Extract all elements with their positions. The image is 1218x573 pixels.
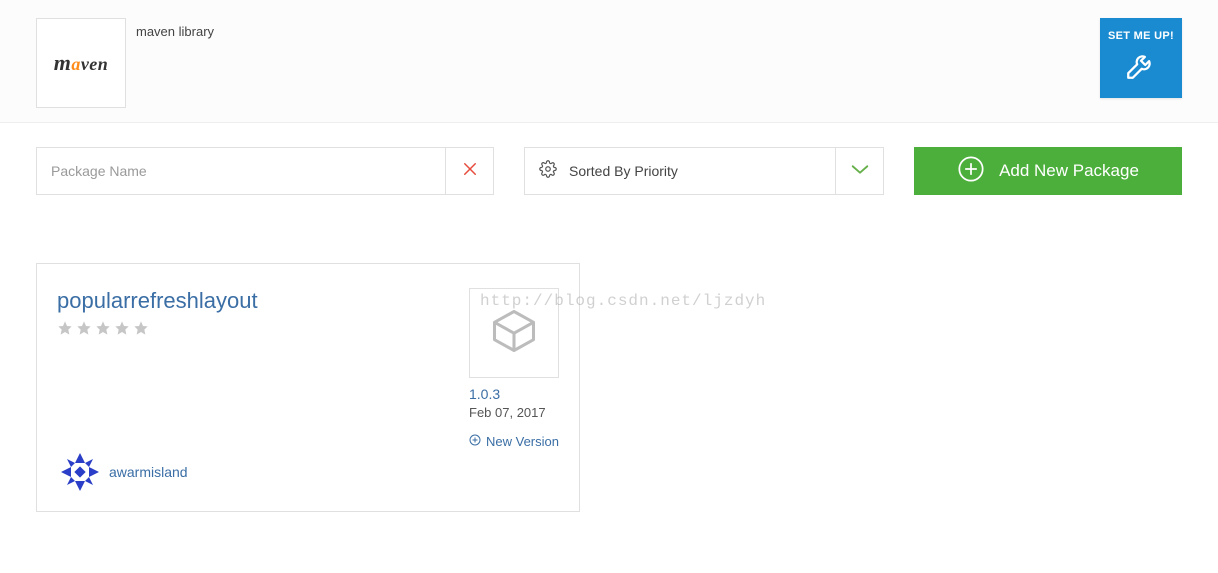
version-thumbnail[interactable] [469,288,559,378]
package-box-icon [488,305,540,362]
sort-caret-button[interactable] [835,148,883,194]
star-icon [76,320,92,341]
new-version-label: New Version [486,434,559,449]
library-title: maven library [136,18,214,39]
plus-circle-small-icon [469,434,481,449]
version-number[interactable]: 1.0.3 [469,386,559,402]
sort-label: Sorted By Priority [569,163,678,179]
star-icon [95,320,111,341]
package-card[interactable]: popularrefreshlayout [36,263,580,512]
star-icon [57,320,73,341]
star-icon [114,320,130,341]
rating-stars[interactable] [57,320,258,341]
maven-logo-text: maven [54,50,109,76]
set-me-up-button[interactable]: SET ME UP! [1100,18,1182,98]
toolbar: Sorted By Priority Add New Package [0,123,1218,195]
gear-icon [539,160,557,183]
maven-logo[interactable]: maven [36,18,126,108]
clear-search-button[interactable] [445,148,493,194]
owner-avatar[interactable] [57,449,103,495]
header-bar: maven maven library SET ME UP! [0,0,1218,123]
package-list: popularrefreshlayout [0,195,1218,542]
version-block: 1.0.3 Feb 07, 2017 New Version [469,288,559,449]
card-owner-row: awarmisland [57,449,559,495]
package-name-input[interactable] [37,148,445,194]
package-info: popularrefreshlayout [57,288,258,341]
card-top: popularrefreshlayout [57,288,559,449]
sort-main[interactable]: Sorted By Priority [525,148,835,194]
chevron-down-icon [849,158,871,185]
plus-circle-icon [957,155,985,188]
star-icon [133,320,149,341]
package-name[interactable]: popularrefreshlayout [57,288,258,314]
add-new-package-label: Add New Package [999,161,1139,181]
sort-dropdown[interactable]: Sorted By Priority [524,147,884,195]
version-date: Feb 07, 2017 [469,405,559,420]
add-new-package-button[interactable]: Add New Package [914,147,1182,195]
wrench-icon [1124,48,1158,87]
header-left: maven maven library [36,18,214,108]
owner-name[interactable]: awarmisland [109,464,188,480]
close-icon [461,160,479,183]
search-container [36,147,494,195]
new-version-link[interactable]: New Version [469,434,559,449]
set-me-up-label: SET ME UP! [1108,30,1174,42]
